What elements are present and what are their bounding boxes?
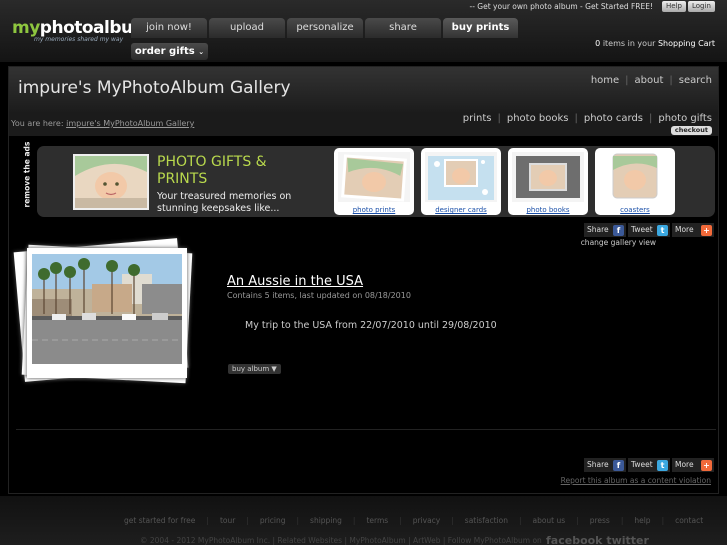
footer-link[interactable]: terms	[366, 516, 388, 525]
change-gallery-view-link[interactable]: change gallery view	[581, 238, 656, 247]
footer-link[interactable]: pricing	[260, 516, 286, 525]
nav-buy-prints[interactable]: buy prints	[443, 18, 518, 38]
twitter-icon: t	[657, 460, 668, 471]
footer-link[interactable]: satisfaction	[465, 516, 508, 525]
footer-link[interactable]: shipping	[310, 516, 342, 525]
ad-product-designer-cards[interactable]: designer cards	[421, 148, 501, 215]
photo-books-thumbnail	[512, 152, 584, 202]
facebook-icon: f	[613, 225, 624, 236]
album-title-link[interactable]: An Aussie in the USA	[227, 274, 363, 289]
ad-baby-photo	[73, 154, 149, 210]
designer-cards-label[interactable]: designer cards	[421, 206, 501, 214]
product-links: prints | photo books | photo cards | photo gif…	[462, 113, 712, 124]
tweet-button[interactable]: Tweet t	[628, 458, 670, 472]
footer-link[interactable]: about us	[532, 516, 565, 525]
share-bar-top: Share f Tweet t More +	[584, 223, 714, 237]
section-divider	[16, 429, 716, 430]
ad-product-coasters[interactable]: coasters	[595, 148, 675, 215]
cart-link[interactable]: Shopping Cart	[658, 39, 715, 48]
breadcrumb: You are here: impure's MyPhotoAlbum Gall…	[11, 119, 195, 128]
link-prints[interactable]: prints	[463, 113, 492, 124]
chevron-down-icon: ⌄	[198, 48, 205, 56]
footer-link[interactable]: help	[634, 516, 650, 525]
coasters-thumbnail	[599, 152, 671, 202]
facebook-icon: f	[613, 460, 624, 471]
share-button[interactable]: Share f	[584, 223, 626, 237]
footer-link[interactable]: tour	[220, 516, 235, 525]
nav-share[interactable]: share	[365, 18, 441, 38]
gallery-title: impure's MyPhotoAlbum Gallery	[18, 78, 291, 98]
more-button[interactable]: More +	[672, 223, 714, 237]
footer-link[interactable]: privacy	[413, 516, 441, 525]
photo-books-label[interactable]: photo books	[508, 206, 588, 214]
gallery-panel: impure's MyPhotoAlbum Gallery home | about…	[8, 66, 719, 494]
link-about[interactable]: about	[635, 75, 664, 86]
gallery-header: impure's MyPhotoAlbum Gallery home | about…	[9, 67, 718, 112]
album-cover-photo[interactable]	[27, 248, 187, 378]
plus-icon: +	[701, 225, 712, 236]
nav-personalize[interactable]: personalize	[287, 18, 363, 38]
buy-album-dropdown[interactable]: buy album ▼	[228, 364, 281, 374]
remove-ads-link[interactable]: remove the ads	[19, 142, 35, 211]
photo-prints-label[interactable]: photo prints	[334, 206, 414, 214]
album-description: My trip to the USA from 22/07/2010 until…	[245, 320, 497, 331]
footer: get started for free | tour | pricing | shippi…	[0, 496, 727, 545]
ad-subtext: Your treasured memories on stunning keep…	[157, 191, 292, 214]
footer-links: get started for free | tour | pricing | shippi…	[124, 516, 704, 525]
checkout-button[interactable]: checkout	[670, 126, 712, 135]
shopping-cart[interactable]: 0 items in your Shopping Cart	[575, 38, 715, 50]
link-photo-cards[interactable]: photo cards	[584, 113, 643, 124]
album-cover-stack[interactable]	[13, 238, 197, 413]
link-photo-gifts[interactable]: photo gifts	[658, 113, 712, 124]
link-search[interactable]: search	[679, 75, 712, 86]
nav-join-now[interactable]: join now!	[131, 18, 207, 38]
twitter-icon: t	[657, 225, 668, 236]
footer-copyright: © 2004 - 2012 MyPhotoAlbum Inc. | Relate…	[140, 536, 542, 545]
order-gifts-dropdown[interactable]: order gifts ⌄	[131, 43, 208, 60]
footer-link[interactable]: contact	[675, 516, 703, 525]
gallery-top-links: home | about | search	[590, 75, 712, 86]
footer-social-links[interactable]: facebook twitter	[546, 534, 649, 545]
logo-tagline: my memories shared my way	[34, 36, 124, 43]
breadcrumb-bar: You are here: impure's MyPhotoAlbum Gall…	[9, 112, 718, 136]
help-button[interactable]: Help	[662, 1, 686, 12]
ad-product-photo-books[interactable]: photo books	[508, 148, 588, 215]
share-bar-bottom: Share f Tweet t More +	[584, 458, 714, 472]
link-home[interactable]: home	[591, 75, 619, 86]
tweet-button[interactable]: Tweet t	[628, 223, 670, 237]
top-bar: myphotoalbum my memories shared my way -…	[0, 0, 727, 62]
album-meta: Contains 5 items, last updated on 08/18/…	[227, 291, 411, 300]
share-button[interactable]: Share f	[584, 458, 626, 472]
photo-prints-thumbnail	[338, 152, 410, 202]
site-logo[interactable]: myphotoalbum	[12, 18, 150, 38]
login-button[interactable]: Login	[688, 1, 715, 12]
ad-headline: PHOTO GIFTS & PRINTS	[157, 154, 267, 187]
report-violation-link[interactable]: Report this album as a content violation	[561, 476, 711, 485]
coasters-label[interactable]: coasters	[595, 206, 675, 214]
nav-upload[interactable]: upload	[209, 18, 285, 38]
designer-cards-thumbnail	[425, 152, 497, 202]
plus-icon: +	[701, 460, 712, 471]
promo-link[interactable]: -- Get your own photo album - Get Starte…	[470, 2, 654, 11]
ad-product-photo-prints[interactable]: photo prints	[334, 148, 414, 215]
more-button[interactable]: More +	[672, 458, 714, 472]
footer-link[interactable]: get started for free	[124, 516, 195, 525]
cart-count: 0	[595, 39, 601, 48]
breadcrumb-link[interactable]: impure's MyPhotoAlbum Gallery	[66, 119, 194, 128]
footer-link[interactable]: press	[590, 516, 610, 525]
link-photo-books[interactable]: photo books	[507, 113, 569, 124]
